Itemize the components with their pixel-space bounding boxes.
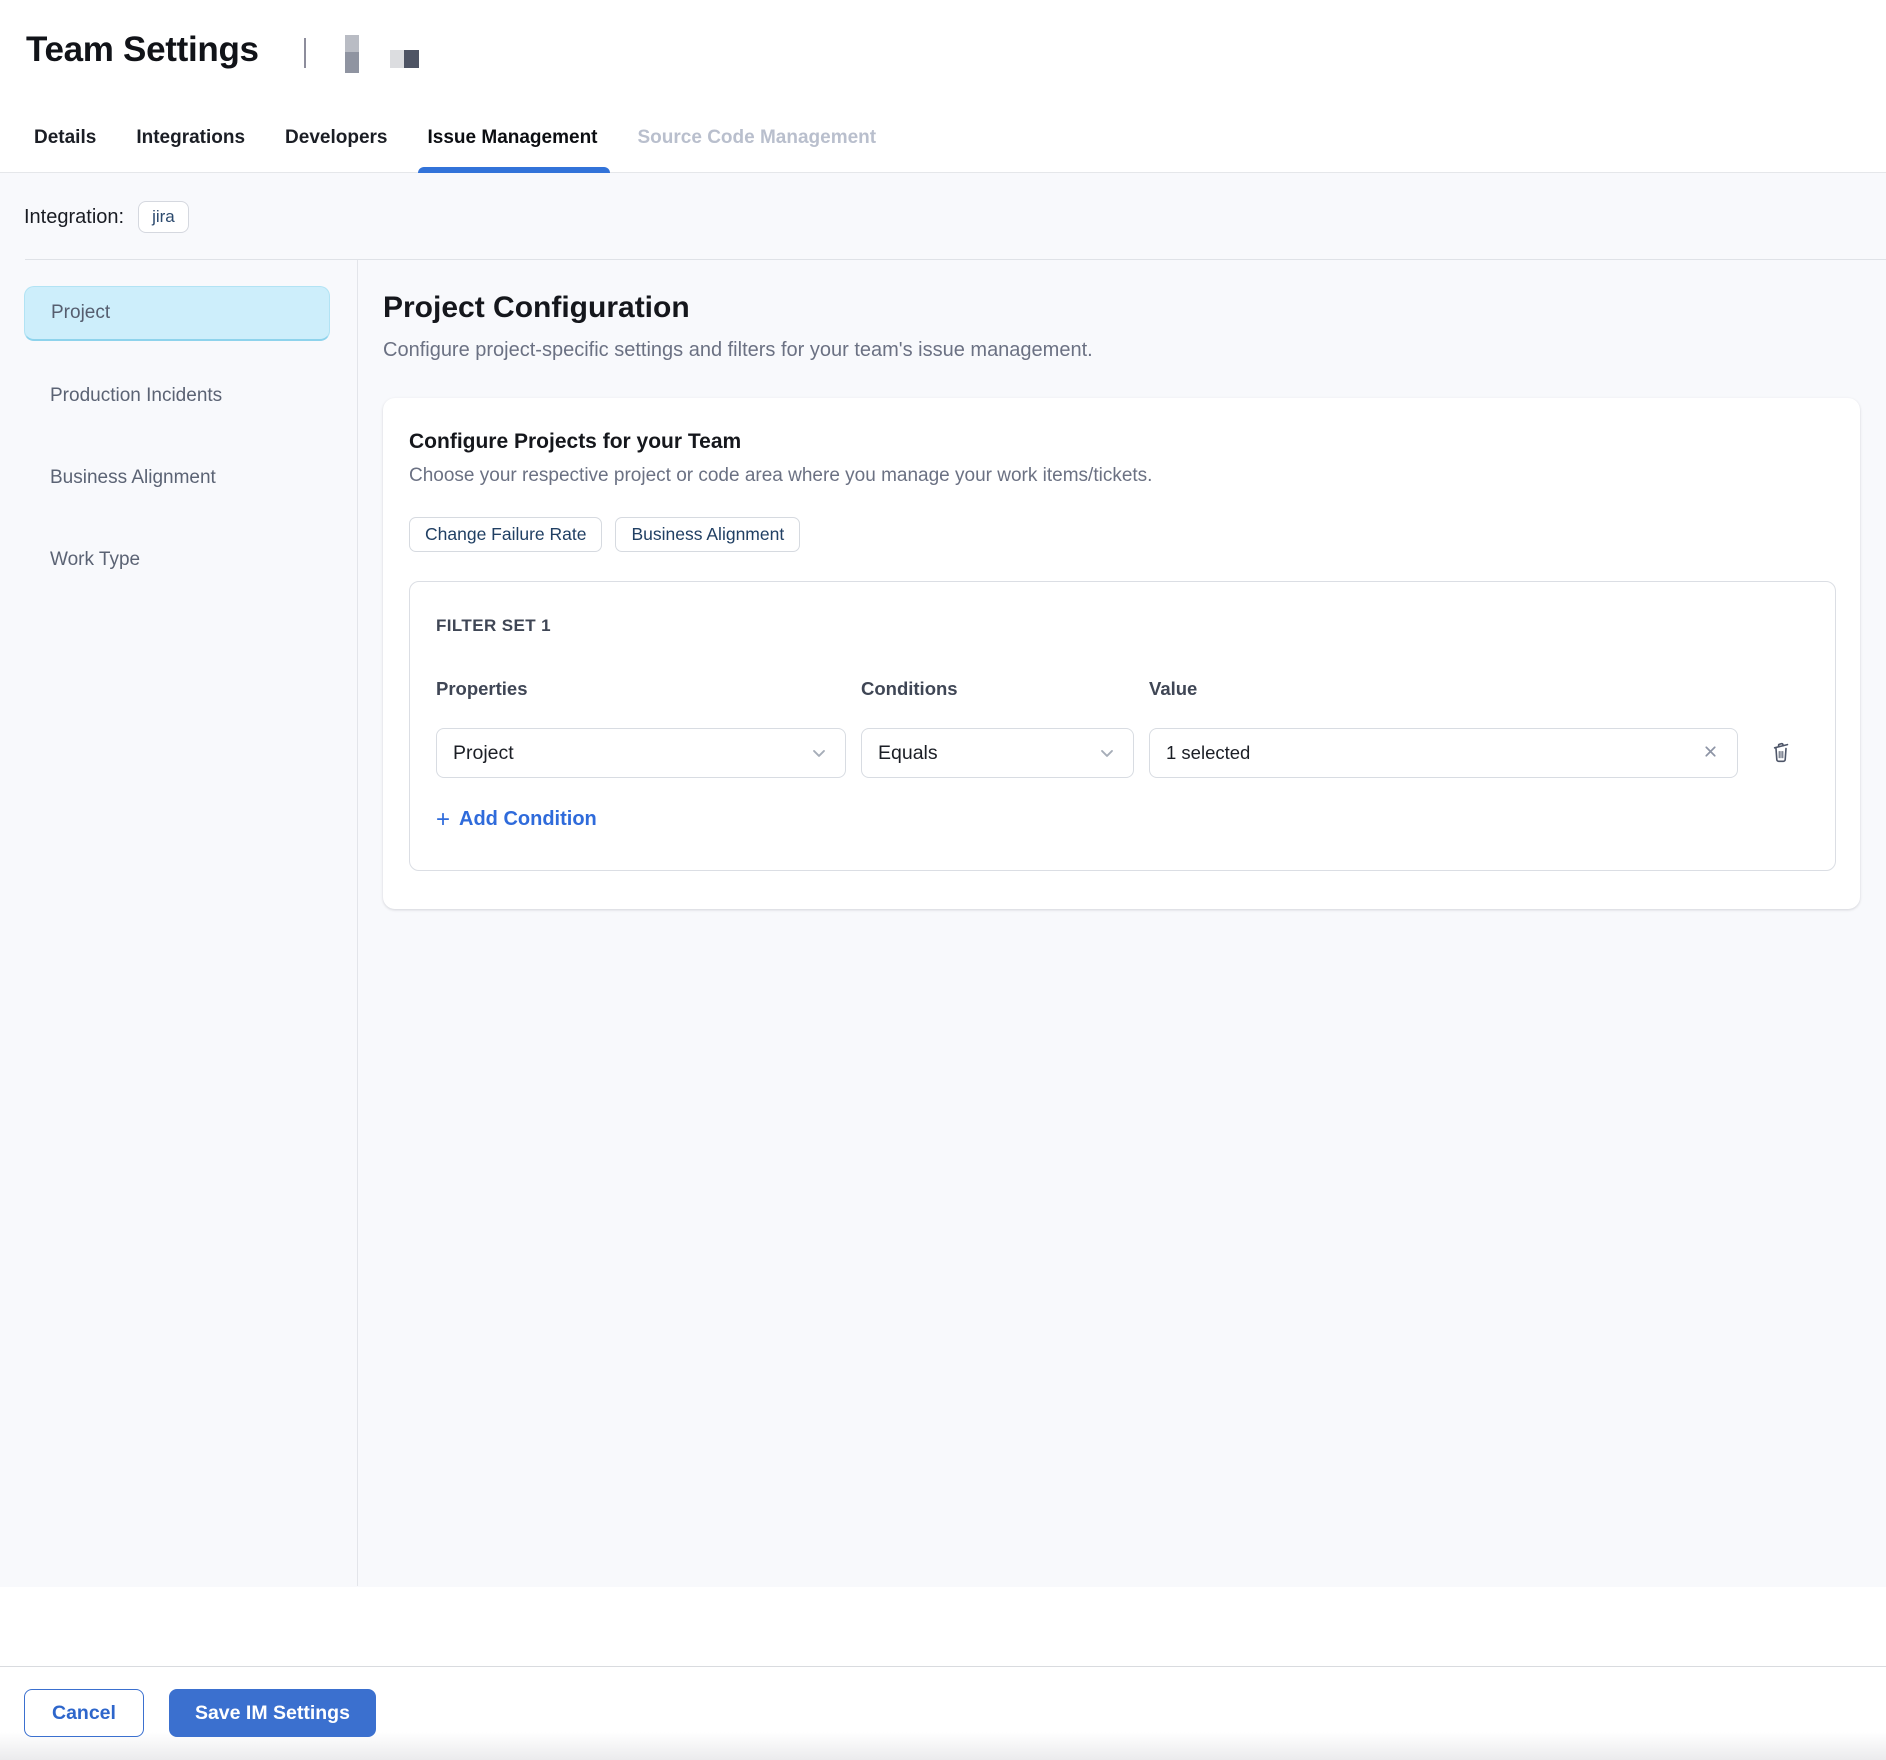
section-title: Project Configuration [383, 292, 1860, 324]
chip-business-alignment[interactable]: Business Alignment [615, 517, 800, 552]
value-column-label: Value [1149, 678, 1738, 700]
chevron-down-icon [1097, 743, 1117, 763]
tab-integrations[interactable]: Integrations [136, 104, 245, 172]
team-settings-page: Team Settings Details Integrations Devel… [0, 0, 1886, 1760]
sidebar-item-label: Production Incidents [50, 385, 222, 407]
footer-action-bar: Cancel Save IM Settings [0, 1666, 1886, 1760]
properties-column-label: Properties [436, 678, 846, 700]
project-chips: Change Failure Rate Business Alignment [409, 517, 1836, 552]
conditions-select[interactable]: Equals [861, 728, 1134, 778]
page-header: Team Settings [0, 0, 1886, 90]
filter-column-labels: Properties Conditions Value [436, 678, 1809, 700]
tab-developers[interactable]: Developers [285, 104, 387, 172]
content-footer-gap [0, 1587, 1886, 1666]
conditions-select-value: Equals [878, 742, 938, 765]
sidebar-item-production-incidents[interactable]: Production Incidents [24, 368, 330, 423]
redacted-team-name [390, 50, 419, 68]
redacted-team-name [345, 35, 359, 73]
properties-select-value: Project [453, 742, 514, 765]
card-title: Configure Projects for your Team [409, 430, 1836, 454]
configure-projects-card: Configure Projects for your Team Choose … [383, 398, 1860, 909]
close-icon [1702, 743, 1719, 763]
value-multiselect[interactable]: 1 selected [1149, 728, 1738, 778]
sidebar-item-business-alignment[interactable]: Business Alignment [24, 450, 330, 505]
sidebar-item-label: Business Alignment [50, 467, 216, 489]
clear-value-button[interactable] [1698, 739, 1723, 767]
trash-icon [1769, 740, 1793, 767]
sidebar-item-label: Work Type [50, 549, 140, 571]
delete-filter-button[interactable] [1753, 740, 1809, 767]
content-columns: Project Production Incidents Business Al… [0, 260, 1886, 1586]
conditions-column-label: Conditions [861, 678, 1134, 700]
tab-details[interactable]: Details [34, 104, 96, 172]
issue-management-panel: Integration: jira Project Production Inc… [0, 173, 1886, 1587]
save-im-settings-button[interactable]: Save IM Settings [169, 1689, 376, 1737]
filter-set-1: FILTER SET 1 Properties Conditions Value… [409, 581, 1836, 871]
section-subtitle: Configure project-specific settings and … [383, 338, 1860, 362]
tab-source-code-management[interactable]: Source Code Management [638, 104, 877, 172]
chip-label: Business Alignment [631, 524, 784, 545]
card-subtitle: Choose your respective project or code a… [409, 464, 1836, 487]
tab-label: Source Code Management [638, 127, 877, 149]
sidebar-item-work-type[interactable]: Work Type [24, 532, 330, 587]
add-condition-button[interactable]: + Add Condition [436, 808, 597, 831]
plus-icon: + [436, 810, 450, 830]
properties-select[interactable]: Project [436, 728, 846, 778]
tab-issue-management[interactable]: Issue Management [428, 104, 598, 172]
cancel-button[interactable]: Cancel [24, 1689, 144, 1737]
sidebar-item-label: Project [51, 302, 110, 324]
title-separator [304, 38, 306, 68]
value-selected-text: 1 selected [1166, 742, 1250, 764]
filter-set-title: FILTER SET 1 [436, 616, 1809, 636]
settings-sidebar: Project Production Incidents Business Al… [0, 260, 357, 1586]
project-configuration-section: Project Configuration Configure project-… [357, 260, 1886, 1586]
page-title: Team Settings [26, 30, 259, 70]
tab-label: Developers [285, 127, 387, 149]
integration-label: Integration: [24, 206, 124, 229]
filter-condition-row: Project Equals [436, 728, 1809, 778]
integration-row: Integration: jira [0, 173, 1886, 233]
add-condition-label: Add Condition [459, 808, 597, 831]
chip-change-failure-rate[interactable]: Change Failure Rate [409, 517, 602, 552]
integration-badge: jira [138, 201, 189, 233]
settings-tab-bar: Details Integrations Developers Issue Ma… [0, 90, 1886, 173]
chip-label: Change Failure Rate [425, 524, 586, 545]
tab-label: Integrations [136, 127, 245, 149]
tab-label: Details [34, 127, 96, 149]
active-tab-indicator [418, 167, 610, 173]
tab-label: Issue Management [428, 127, 598, 149]
chevron-down-icon [809, 743, 829, 763]
sidebar-item-project[interactable]: Project [24, 286, 330, 341]
